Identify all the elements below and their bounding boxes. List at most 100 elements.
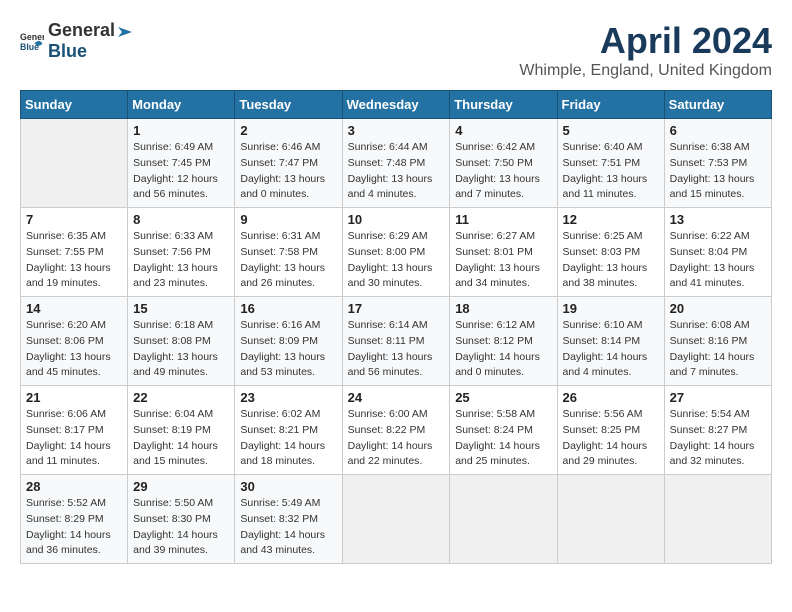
day-detail: Sunrise: 6:38 AM Sunset: 7:53 PM Dayligh… xyxy=(670,140,766,203)
calendar-cell: 4Sunrise: 6:42 AM Sunset: 7:50 PM Daylig… xyxy=(450,119,557,208)
calendar-cell: 8 Sunrise: 6:33 AM Sunset: 7:56 PM Daylig… xyxy=(128,208,235,297)
day-detail: Sunrise: 6:49 AM Sunset: 7:45 PM Dayligh… xyxy=(133,140,229,203)
day-detail: Sunrise: 6:33 AM Sunset: 7:56 PM Dayligh… xyxy=(133,229,229,292)
col-header-thursday: Thursday xyxy=(450,91,557,119)
calendar-cell: 24 Sunrise: 6:00 AM Sunset: 8:22 PM Dayli… xyxy=(342,386,450,475)
col-header-wednesday: Wednesday xyxy=(342,91,450,119)
calendar-cell: 13 Sunrise: 6:22 AM Sunset: 8:04 PM Dayli… xyxy=(664,208,771,297)
day-number: 21 xyxy=(26,390,122,405)
calendar-cell: 22 Sunrise: 6:04 AM Sunset: 8:19 PM Dayli… xyxy=(128,386,235,475)
calendar-cell: 21 Sunrise: 6:06 AM Sunset: 8:17 PM Dayli… xyxy=(21,386,128,475)
calendar-cell: 20 Sunrise: 6:08 AM Sunset: 8:16 PM Dayli… xyxy=(664,297,771,386)
calendar-cell xyxy=(450,475,557,564)
calendar-cell: 11 Sunrise: 6:27 AM Sunset: 8:01 PM Dayli… xyxy=(450,208,557,297)
day-number: 27 xyxy=(670,390,766,405)
day-detail: Sunrise: 6:08 AM Sunset: 8:16 PM Dayligh… xyxy=(670,318,766,381)
day-number: 6 xyxy=(670,123,766,138)
day-detail: Sunrise: 6:10 AM Sunset: 8:14 PM Dayligh… xyxy=(563,318,659,381)
day-detail: Sunrise: 6:00 AM Sunset: 8:22 PM Dayligh… xyxy=(348,407,445,470)
calendar-cell: 5Sunrise: 6:40 AM Sunset: 7:51 PM Daylig… xyxy=(557,119,664,208)
day-number: 13 xyxy=(670,212,766,227)
day-detail: Sunrise: 6:35 AM Sunset: 7:55 PM Dayligh… xyxy=(26,229,122,292)
day-detail: Sunrise: 6:02 AM Sunset: 8:21 PM Dayligh… xyxy=(240,407,336,470)
logo-general: General xyxy=(48,20,115,40)
calendar-cell: 29 Sunrise: 5:50 AM Sunset: 8:30 PM Dayli… xyxy=(128,475,235,564)
day-number: 8 xyxy=(133,212,229,227)
day-detail: Sunrise: 5:54 AM Sunset: 8:27 PM Dayligh… xyxy=(670,407,766,470)
col-header-saturday: Saturday xyxy=(664,91,771,119)
calendar-cell: 30Sunrise: 5:49 AM Sunset: 8:32 PM Dayli… xyxy=(235,475,342,564)
calendar-cell: 17 Sunrise: 6:14 AM Sunset: 8:11 PM Dayli… xyxy=(342,297,450,386)
day-detail: Sunrise: 6:46 AM Sunset: 7:47 PM Dayligh… xyxy=(240,140,336,203)
svg-text:Blue: Blue xyxy=(20,42,39,52)
calendar-week-row: 7 Sunrise: 6:35 AM Sunset: 7:55 PM Daylig… xyxy=(21,208,772,297)
day-detail: Sunrise: 6:20 AM Sunset: 8:06 PM Dayligh… xyxy=(26,318,122,381)
day-number: 3 xyxy=(348,123,445,138)
day-detail: Sunrise: 6:06 AM Sunset: 8:17 PM Dayligh… xyxy=(26,407,122,470)
day-number: 22 xyxy=(133,390,229,405)
calendar-cell: 28 Sunrise: 5:52 AM Sunset: 8:29 PM Dayli… xyxy=(21,475,128,564)
calendar-cell: 19 Sunrise: 6:10 AM Sunset: 8:14 PM Dayli… xyxy=(557,297,664,386)
calendar-cell: 18Sunrise: 6:12 AM Sunset: 8:12 PM Dayli… xyxy=(450,297,557,386)
day-detail: Sunrise: 6:27 AM Sunset: 8:01 PM Dayligh… xyxy=(455,229,551,292)
day-detail: Sunrise: 6:44 AM Sunset: 7:48 PM Dayligh… xyxy=(348,140,445,203)
day-detail: Sunrise: 6:29 AM Sunset: 8:00 PM Dayligh… xyxy=(348,229,445,292)
day-number: 28 xyxy=(26,479,122,494)
day-number: 7 xyxy=(26,212,122,227)
day-number: 19 xyxy=(563,301,659,316)
calendar-cell: 6 Sunrise: 6:38 AM Sunset: 7:53 PM Daylig… xyxy=(664,119,771,208)
col-header-friday: Friday xyxy=(557,91,664,119)
day-detail: Sunrise: 6:12 AM Sunset: 8:12 PM Dayligh… xyxy=(455,318,551,381)
calendar-cell: 15Sunrise: 6:18 AM Sunset: 8:08 PM Dayli… xyxy=(128,297,235,386)
header: General Blue General Blue April 2024 Whi… xyxy=(20,20,772,80)
day-detail: Sunrise: 6:31 AM Sunset: 7:58 PM Dayligh… xyxy=(240,229,336,292)
day-detail: Sunrise: 6:16 AM Sunset: 8:09 PM Dayligh… xyxy=(240,318,336,381)
day-number: 26 xyxy=(563,390,659,405)
day-number: 10 xyxy=(348,212,445,227)
day-number: 20 xyxy=(670,301,766,316)
calendar-cell xyxy=(21,119,128,208)
day-detail: Sunrise: 5:56 AM Sunset: 8:25 PM Dayligh… xyxy=(563,407,659,470)
day-number: 2 xyxy=(240,123,336,138)
day-number: 24 xyxy=(348,390,445,405)
day-number: 29 xyxy=(133,479,229,494)
calendar-cell: 3 Sunrise: 6:44 AM Sunset: 7:48 PM Daylig… xyxy=(342,119,450,208)
logo-blue: Blue xyxy=(48,41,87,61)
day-detail: Sunrise: 6:25 AM Sunset: 8:03 PM Dayligh… xyxy=(563,229,659,292)
logo-arrow-icon xyxy=(116,23,134,41)
day-number: 25 xyxy=(455,390,551,405)
calendar-cell xyxy=(557,475,664,564)
day-detail: Sunrise: 5:58 AM Sunset: 8:24 PM Dayligh… xyxy=(455,407,551,470)
calendar-cell: 16 Sunrise: 6:16 AM Sunset: 8:09 PM Dayli… xyxy=(235,297,342,386)
day-number: 15 xyxy=(133,301,229,316)
day-number: 9 xyxy=(240,212,336,227)
day-detail: Sunrise: 5:50 AM Sunset: 8:30 PM Dayligh… xyxy=(133,496,229,559)
calendar-cell: 14Sunrise: 6:20 AM Sunset: 8:06 PM Dayli… xyxy=(21,297,128,386)
col-header-tuesday: Tuesday xyxy=(235,91,342,119)
day-number: 23 xyxy=(240,390,336,405)
logo-icon: General Blue xyxy=(20,29,44,53)
svg-text:General: General xyxy=(20,32,44,42)
calendar-week-row: 21 Sunrise: 6:06 AM Sunset: 8:17 PM Dayli… xyxy=(21,386,772,475)
day-number: 17 xyxy=(348,301,445,316)
calendar-cell xyxy=(664,475,771,564)
calendar-cell: 1 Sunrise: 6:49 AM Sunset: 7:45 PM Daylig… xyxy=(128,119,235,208)
day-detail: Sunrise: 5:52 AM Sunset: 8:29 PM Dayligh… xyxy=(26,496,122,559)
day-detail: Sunrise: 6:22 AM Sunset: 8:04 PM Dayligh… xyxy=(670,229,766,292)
title-area: April 2024 Whimple, England, United King… xyxy=(519,20,772,80)
day-number: 11 xyxy=(455,212,551,227)
calendar-header-row: SundayMondayTuesdayWednesdayThursdayFrid… xyxy=(21,91,772,119)
logo: General Blue General Blue xyxy=(20,20,135,62)
day-detail: Sunrise: 6:14 AM Sunset: 8:11 PM Dayligh… xyxy=(348,318,445,381)
subtitle: Whimple, England, United Kingdom xyxy=(519,62,772,80)
calendar-cell: 26 Sunrise: 5:56 AM Sunset: 8:25 PM Dayli… xyxy=(557,386,664,475)
col-header-sunday: Sunday xyxy=(21,91,128,119)
day-detail: Sunrise: 6:42 AM Sunset: 7:50 PM Dayligh… xyxy=(455,140,551,203)
main-title: April 2024 xyxy=(519,20,772,62)
day-detail: Sunrise: 5:49 AM Sunset: 8:32 PM Dayligh… xyxy=(240,496,336,559)
calendar-cell: 12Sunrise: 6:25 AM Sunset: 8:03 PM Dayli… xyxy=(557,208,664,297)
day-detail: Sunrise: 6:04 AM Sunset: 8:19 PM Dayligh… xyxy=(133,407,229,470)
day-number: 1 xyxy=(133,123,229,138)
calendar-cell: 9 Sunrise: 6:31 AM Sunset: 7:58 PM Daylig… xyxy=(235,208,342,297)
day-number: 16 xyxy=(240,301,336,316)
